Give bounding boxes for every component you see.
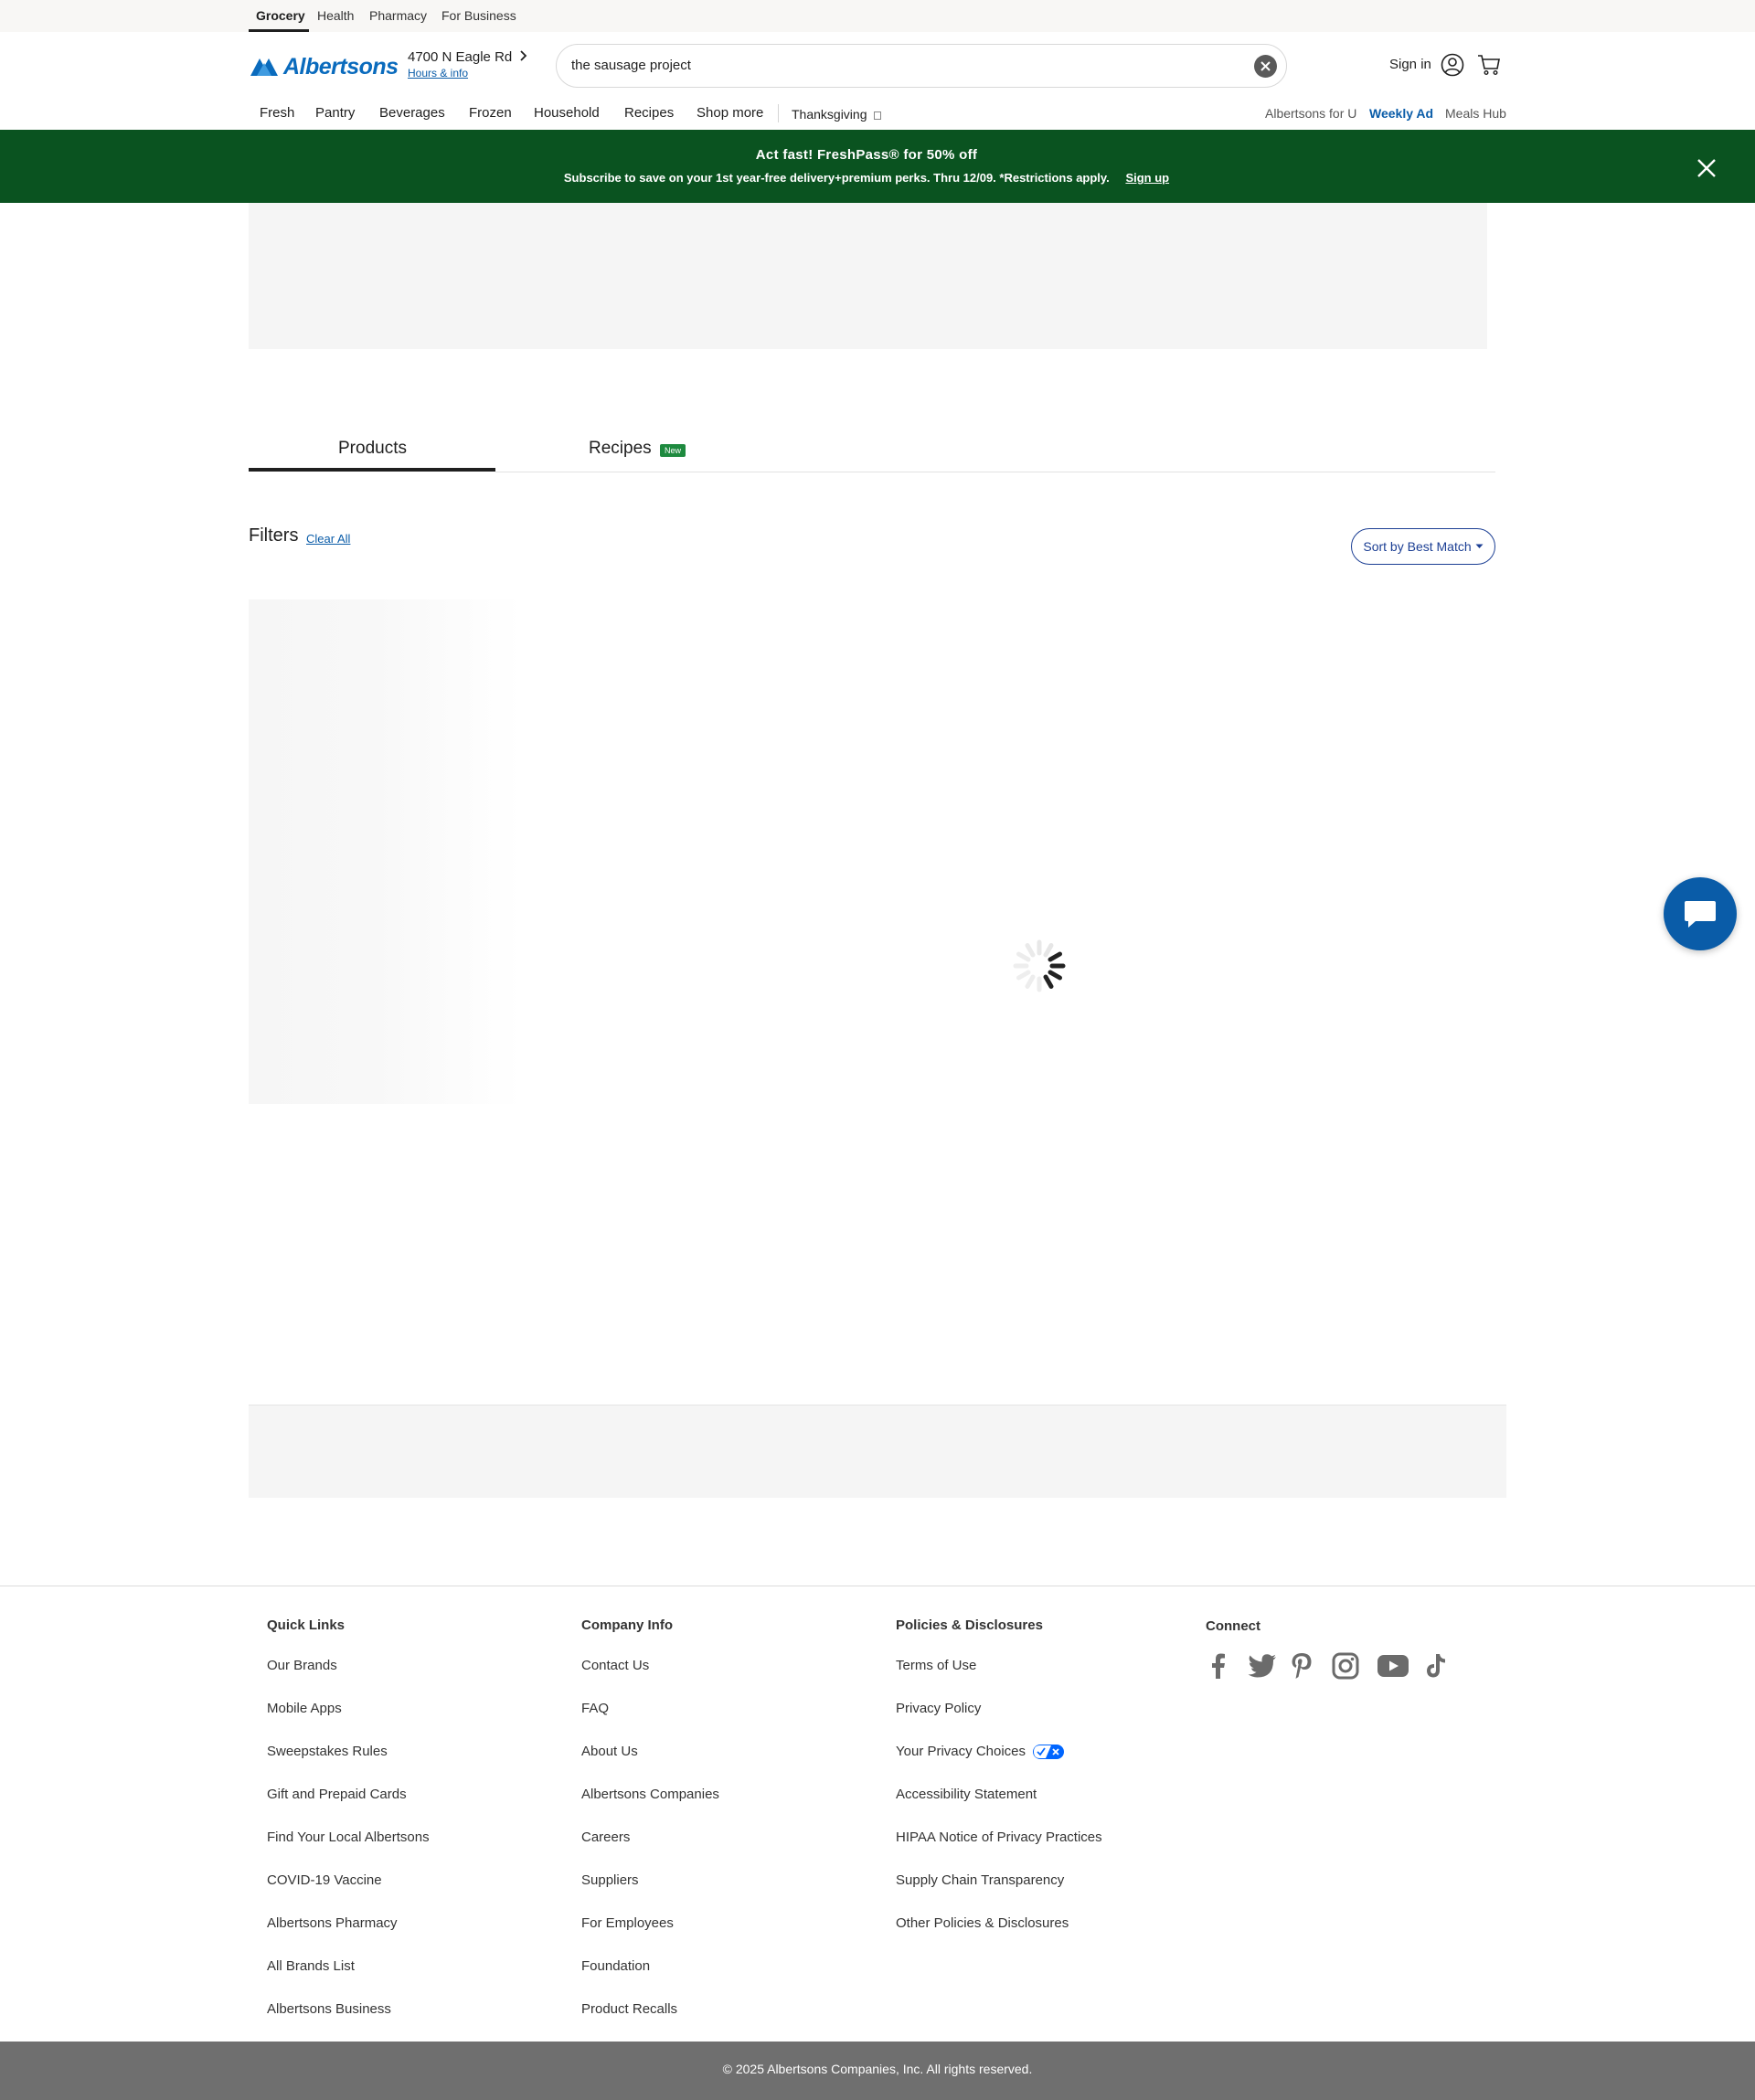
footer-heading-policies: Policies & Disclosures [896,1617,1043,1633]
utility-bar: Grocery Health Pharmacy For Business [0,0,1755,32]
nav-fresh[interactable]: Fresh [260,105,294,121]
copyright-text: © 2025 Albertsons Companies, Inc. All ri… [722,2062,1033,2076]
caret-down-icon [1475,544,1484,548]
footer-link-foundation[interactable]: Foundation [581,1958,650,1974]
tiktok-icon[interactable] [1424,1652,1448,1680]
loading-spinner-icon [1013,939,1066,992]
sign-in-button[interactable]: Sign in [1389,57,1431,72]
clear-search-button[interactable] [1254,55,1277,78]
footer-link-faq[interactable]: FAQ [581,1701,609,1716]
account-icon[interactable] [1441,53,1464,77]
hours-info-link[interactable]: Hours & info [408,67,468,80]
logo-mark-icon [250,58,278,76]
content-placeholder [249,1405,1506,1498]
close-icon [1260,61,1271,71]
footer-link-hipaa[interactable]: HIPAA Notice of Privacy Practices [896,1830,1102,1845]
nav-recipes[interactable]: Recipes [624,105,674,121]
utility-link-for-business[interactable]: For Business [441,8,516,23]
footer-link-suppliers[interactable]: Suppliers [581,1872,639,1888]
promo-subtitle: Subscribe to save on your 1st year-free … [0,171,1733,185]
sign-in-label: Sign in [1389,57,1431,72]
freshpass-promo-banner: Act fast! FreshPass® for 50% off Subscri… [0,130,1755,203]
active-tab-indicator [249,468,495,472]
utility-link-grocery[interactable]: Grocery [256,8,305,23]
footer-link-other-policies[interactable]: Other Policies & Disclosures [896,1915,1069,1931]
nav-thanksgiving-label: Thanksgiving [792,107,867,122]
missing-glyph-icon [874,111,882,120]
cart-icon[interactable] [1477,54,1501,76]
search-input-value: the sausage project [571,58,691,73]
promo-subtitle-text: Subscribe to save on your 1st year-free … [563,171,1110,185]
footer-link-careers[interactable]: Careers [581,1830,630,1845]
footer-link-pharmacy[interactable]: Albertsons Pharmacy [267,1915,398,1931]
sort-dropdown[interactable]: Sort by Best Match [1351,528,1495,565]
footer-link-for-employees[interactable]: For Employees [581,1915,674,1931]
footer-link-privacy-policy[interactable]: Privacy Policy [896,1701,981,1716]
footer-link-sweepstakes-rules[interactable]: Sweepstakes Rules [267,1744,388,1759]
utility-link-health[interactable]: Health [317,8,354,23]
footer-heading-company-info: Company Info [581,1617,673,1633]
nav-thanksgiving[interactable]: Thanksgiving [792,107,882,122]
footer-link-mobile-apps[interactable]: Mobile Apps [267,1701,342,1716]
filters-heading: Filters [249,525,299,546]
footer-link-product-recalls[interactable]: Product Recalls [581,2001,677,2017]
store-address[interactable]: 4700 N Eagle Rd [408,49,528,65]
sort-label: Sort by Best Match [1363,539,1472,554]
footer-link-privacy-choices[interactable]: Your Privacy Choices [896,1744,1065,1760]
footer-link-gift-cards[interactable]: Gift and Prepaid Cards [267,1787,407,1802]
footer-link-all-brands[interactable]: All Brands List [267,1958,355,1974]
footer-link-our-brands[interactable]: Our Brands [267,1658,337,1673]
new-badge: New [660,444,686,457]
footer-link-find-local-store[interactable]: Find Your Local Albertsons [267,1830,430,1845]
nav-frozen[interactable]: Frozen [469,105,512,121]
albertsons-logo[interactable]: Albertsons [249,53,399,80]
footer-link-terms-of-use[interactable]: Terms of Use [896,1658,976,1673]
privacy-choices-label: Your Privacy Choices [896,1744,1026,1759]
nav-weekly-ad[interactable]: Weekly Ad [1369,106,1433,121]
pinterest-icon[interactable] [1289,1652,1314,1680]
chat-icon [1685,901,1716,928]
footer-heading-connect: Connect [1206,1618,1260,1634]
active-utility-indicator [249,29,309,32]
footer-link-supply-chain[interactable]: Supply Chain Transparency [896,1872,1064,1888]
facebook-icon[interactable] [1207,1652,1228,1680]
store-address-text: 4700 N Eagle Rd [408,49,513,65]
footer-link-business[interactable]: Albertsons Business [267,2001,391,2017]
promo-title: Act fast! FreshPass® for 50% off [755,147,978,163]
footer-link-accessibility[interactable]: Accessibility Statement [896,1787,1037,1802]
chat-button[interactable] [1664,877,1737,950]
privacy-choices-icon [1033,1745,1065,1760]
clear-all-filters-link[interactable]: Clear All [306,532,350,546]
search-input[interactable]: the sausage project [556,44,1287,88]
footer-link-about-us[interactable]: About Us [581,1744,638,1759]
nav-shop-more[interactable]: Shop more [697,105,763,121]
nav-pantry[interactable]: Pantry [315,105,355,121]
filters-loading-skeleton [249,599,523,1104]
twitter-icon[interactable] [1247,1652,1278,1680]
instagram-icon[interactable] [1332,1652,1359,1680]
footer-link-albertsons-companies[interactable]: Albertsons Companies [581,1787,719,1802]
tab-products[interactable]: Products [338,439,407,459]
nav-divider [778,104,779,122]
chevron-right-icon [520,50,527,61]
footer-heading-quick-links: Quick Links [267,1617,346,1633]
close-promo-icon[interactable] [1694,155,1719,181]
footer-link-contact-us[interactable]: Contact Us [581,1658,649,1673]
nav-beverages[interactable]: Beverages [379,105,445,121]
footer-link-covid-vaccine[interactable]: COVID-19 Vaccine [267,1872,382,1888]
utility-link-pharmacy[interactable]: Pharmacy [369,8,427,23]
banner-placeholder [249,203,1487,349]
nav-meals-hub[interactable]: Meals Hub [1445,106,1506,121]
copyright-bar: © 2025 Albertsons Companies, Inc. All ri… [0,2042,1755,2100]
tab-recipes[interactable]: Recipes [589,439,652,459]
nav-household[interactable]: Household [534,105,600,121]
promo-sign-up-link[interactable]: Sign up [1125,171,1169,185]
youtube-icon[interactable] [1377,1652,1409,1680]
nav-albertsons-for-u[interactable]: Albertsons for U [1265,106,1356,121]
brand-name: Albertsons [283,53,399,80]
